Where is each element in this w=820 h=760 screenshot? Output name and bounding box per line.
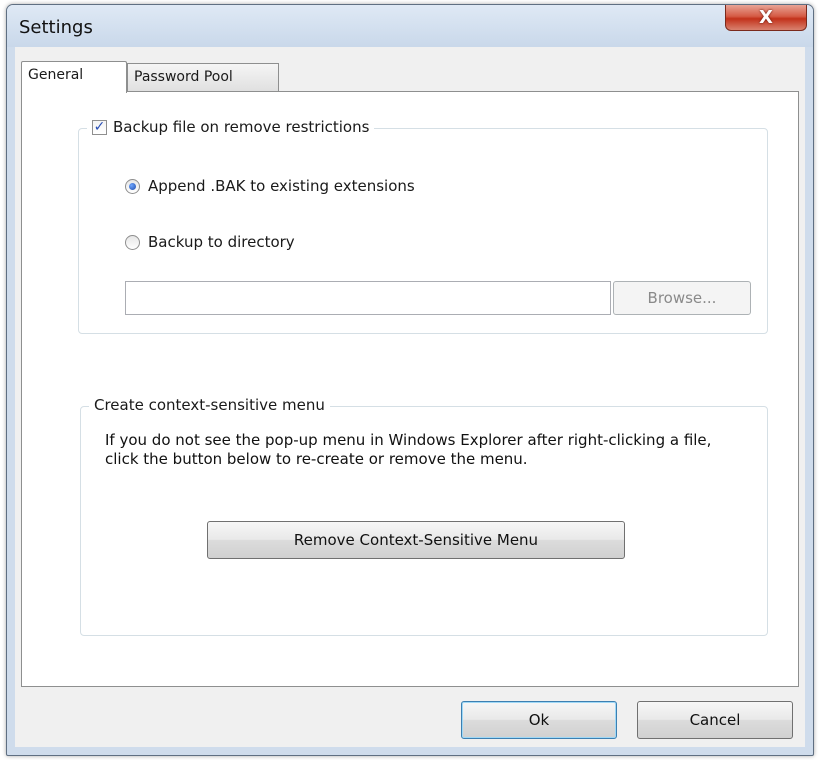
browse-button-label: Browse... xyxy=(647,289,717,307)
tab-general[interactable]: General xyxy=(21,61,127,93)
context-menu-group: Create context-sensitive menu If you do … xyxy=(80,396,768,636)
cancel-button[interactable]: Cancel xyxy=(637,701,793,739)
backup-group: ✓ Backup file on remove restrictions App… xyxy=(78,118,768,334)
radio-append-label: Append .BAK to existing extensions xyxy=(148,177,415,195)
tab-general-label: General xyxy=(28,67,84,83)
backup-checkbox-row[interactable]: ✓ Backup file on remove restrictions xyxy=(87,118,375,136)
window-title: Settings xyxy=(19,17,93,38)
ok-button-label: Ok xyxy=(528,711,550,729)
dialog-body: General Password Pool ✓ Backup file on r… xyxy=(15,47,805,747)
general-tab-panel: ✓ Backup file on remove restrictions App… xyxy=(21,91,799,687)
radio-directory[interactable] xyxy=(125,234,140,250)
ok-button[interactable]: Ok xyxy=(461,701,617,739)
remove-context-menu-button-label: Remove Context-Sensitive Menu xyxy=(293,531,539,549)
context-menu-group-title-wrap: Create context-sensitive menu xyxy=(89,396,330,414)
tab-password-pool[interactable]: Password Pool xyxy=(127,63,279,91)
context-menu-description: If you do not see the pop-up menu in Win… xyxy=(105,431,712,468)
radio-directory-label: Backup to directory xyxy=(148,233,295,251)
close-icon: X xyxy=(759,7,773,28)
settings-dialog: Settings X General Password Pool ✓ Backu… xyxy=(6,4,814,756)
context-menu-group-title: Create context-sensitive menu xyxy=(94,396,325,414)
close-button[interactable]: X xyxy=(725,5,807,31)
checkmark-icon: ✓ xyxy=(93,119,106,135)
radio-directory-row[interactable]: Backup to directory xyxy=(125,233,295,251)
browse-button[interactable]: Browse... xyxy=(613,281,751,315)
radio-append[interactable] xyxy=(125,178,140,194)
backup-directory-input[interactable] xyxy=(125,281,611,315)
tab-password-pool-label: Password Pool xyxy=(134,69,233,85)
radio-append-row[interactable]: Append .BAK to existing extensions xyxy=(125,177,415,195)
backup-checkbox-label: Backup file on remove restrictions xyxy=(113,118,370,136)
remove-context-menu-button[interactable]: Remove Context-Sensitive Menu xyxy=(207,521,625,559)
backup-checkbox[interactable]: ✓ xyxy=(92,119,107,135)
cancel-button-label: Cancel xyxy=(689,711,741,729)
title-bar[interactable]: Settings X xyxy=(7,5,813,47)
radio-selected-dot xyxy=(129,182,136,190)
